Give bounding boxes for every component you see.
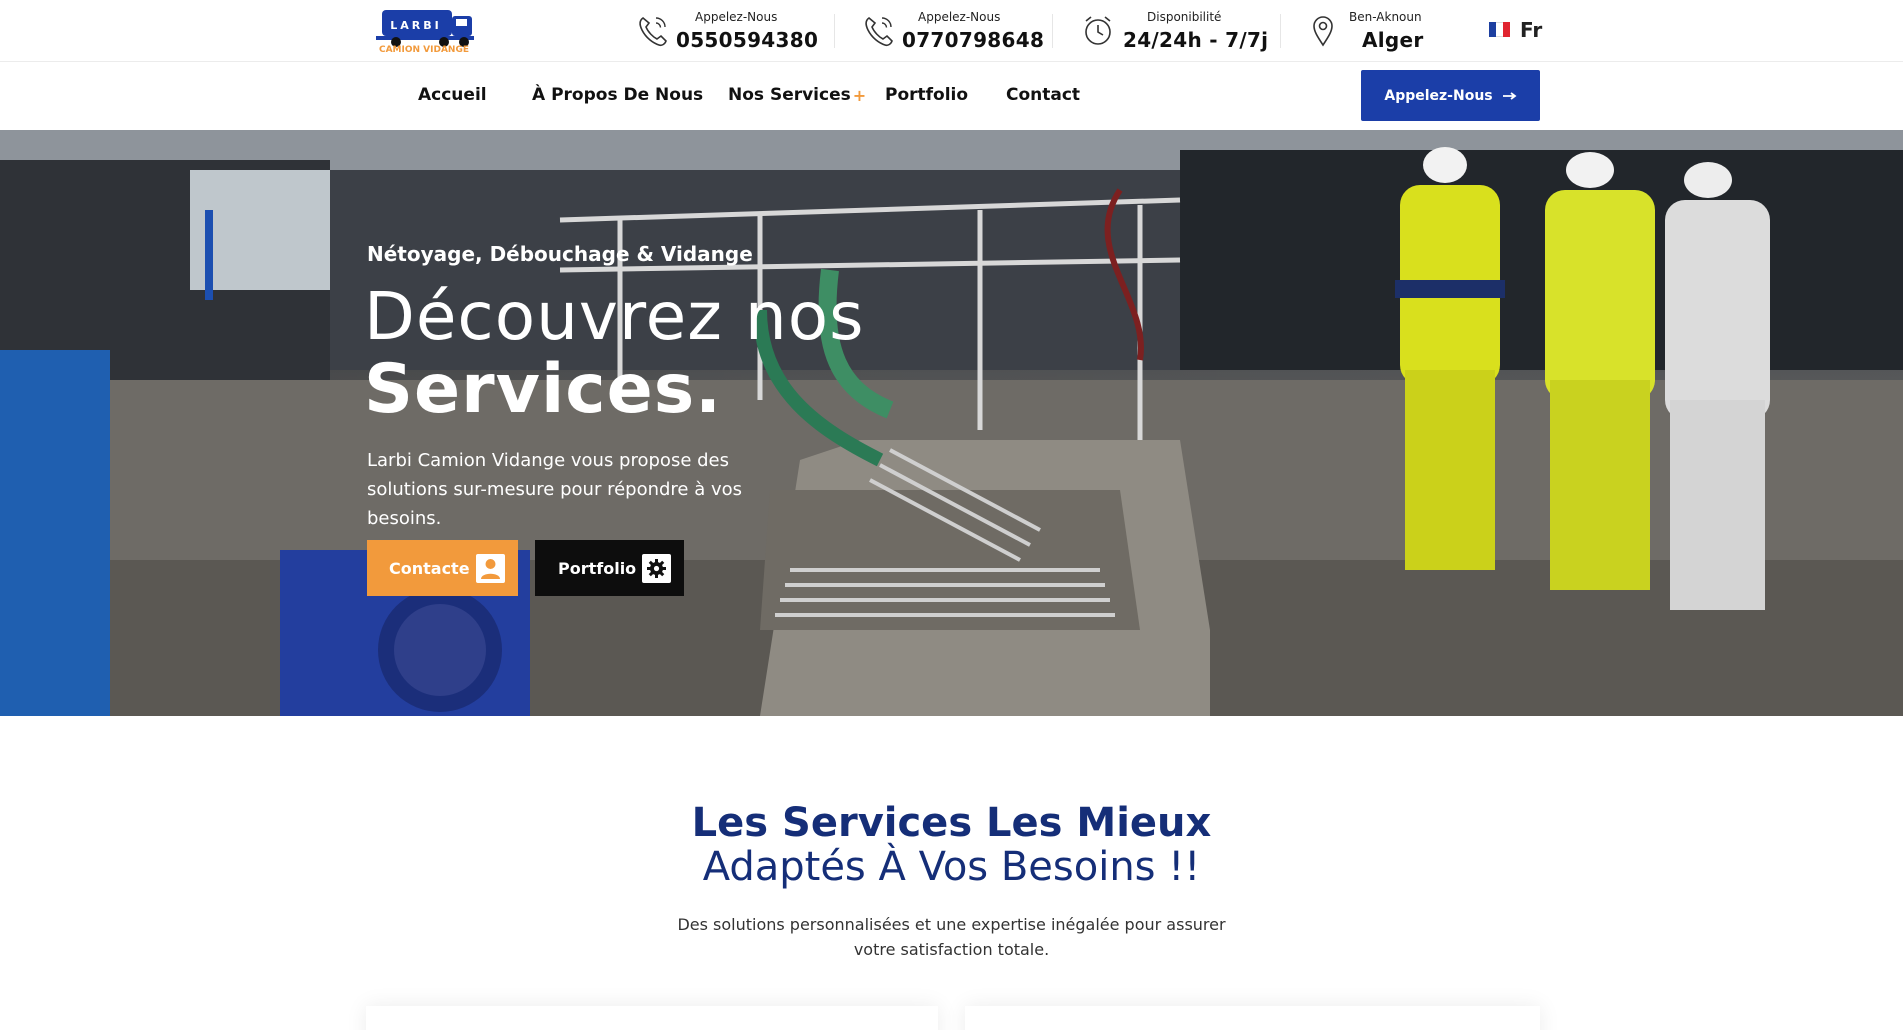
location-info: Ben-Aknoun Alger — [1309, 8, 1459, 54]
nav-item-portfolio[interactable]: Portfolio — [885, 85, 968, 105]
phone-info-2[interactable]: Appelez-Nous 0770798648 — [862, 8, 1044, 54]
divider — [1052, 14, 1053, 48]
call-us-button-label: Appelez-Nous — [1384, 87, 1493, 104]
nav-item-accueil[interactable]: Accueil — [418, 85, 487, 105]
main-navigation: Accueil À Propos De Nous Nos Services + P… — [0, 62, 1903, 130]
portfolio-button-label: Portfolio — [558, 558, 637, 578]
map-pin-icon — [1313, 16, 1333, 47]
phone-1-label: Appelez-Nous — [695, 10, 778, 24]
contact-button[interactable]: Contacte — [367, 540, 518, 596]
service-card[interactable] — [366, 1006, 938, 1030]
services-description: Des solutions personnalisées et une expe… — [677, 915, 1226, 959]
logo-brand-text: LARBI — [390, 19, 441, 32]
hero-title-line-1: Découvrez nos — [364, 278, 865, 355]
divider — [834, 14, 835, 48]
france-flag-icon — [1489, 22, 1510, 37]
phone-1-number[interactable]: 0550594380 — [676, 28, 818, 52]
phone-info-1[interactable]: Appelez-Nous 0550594380 — [636, 8, 818, 54]
service-card[interactable] — [965, 1006, 1540, 1030]
location-value: Alger — [1362, 28, 1424, 52]
nav-item-nos-services[interactable]: Nos Services + — [728, 85, 866, 105]
truck-logo-icon: LARBI CAMION VIDANGE — [376, 10, 474, 55]
nav-item-nos-services-label: Nos Services — [728, 85, 851, 105]
submenu-plus-icon: + — [852, 86, 867, 105]
nav-item-a-propos[interactable]: À Propos De Nous — [532, 85, 703, 105]
call-us-button[interactable]: Appelez-Nous — [1361, 70, 1540, 121]
portfolio-button[interactable]: Portfolio — [535, 540, 684, 596]
services-title-bold: Les Services Les Mieux — [691, 800, 1212, 846]
divider — [1280, 14, 1281, 48]
gear-icon — [642, 554, 671, 583]
hero-banner: Nétoyage, Débouchage & Vidange Découvrez… — [0, 130, 1903, 716]
phone-icon — [865, 17, 893, 47]
contact-button-label: Contacte — [389, 558, 470, 578]
location-label: Ben-Aknoun — [1349, 10, 1422, 24]
hero-description: Larbi Camion Vidange vous propose des so… — [367, 450, 743, 529]
top-info-bar: LARBI CAMION VIDANGE Appelez-Nous 055059… — [0, 0, 1903, 62]
availability-info: Disponibilité 24/24h - 7/7j — [1081, 8, 1268, 54]
hero-kicker: Nétoyage, Débouchage & Vidange — [367, 242, 753, 266]
phone-icon — [639, 17, 667, 47]
language-label[interactable]: Fr — [1520, 18, 1542, 42]
nav-item-contact[interactable]: Contact — [1006, 85, 1080, 105]
arrow-right-icon — [1502, 91, 1517, 100]
user-icon — [476, 554, 505, 583]
logo-sub-text: CAMION VIDANGE — [379, 45, 469, 54]
phone-2-number[interactable]: 0770798648 — [902, 28, 1044, 52]
hero-background-image — [0, 130, 1903, 716]
services-title-regular: Adaptés À Vos Besoins !! — [702, 844, 1201, 890]
hero-title-line-2: Services. — [364, 350, 722, 429]
availability-label: Disponibilité — [1147, 10, 1222, 24]
phone-2-label: Appelez-Nous — [918, 10, 1001, 24]
availability-value: 24/24h - 7/7j — [1123, 28, 1269, 52]
alarm-clock-icon — [1085, 16, 1111, 45]
site-logo[interactable]: LARBI CAMION VIDANGE — [366, 2, 478, 55]
